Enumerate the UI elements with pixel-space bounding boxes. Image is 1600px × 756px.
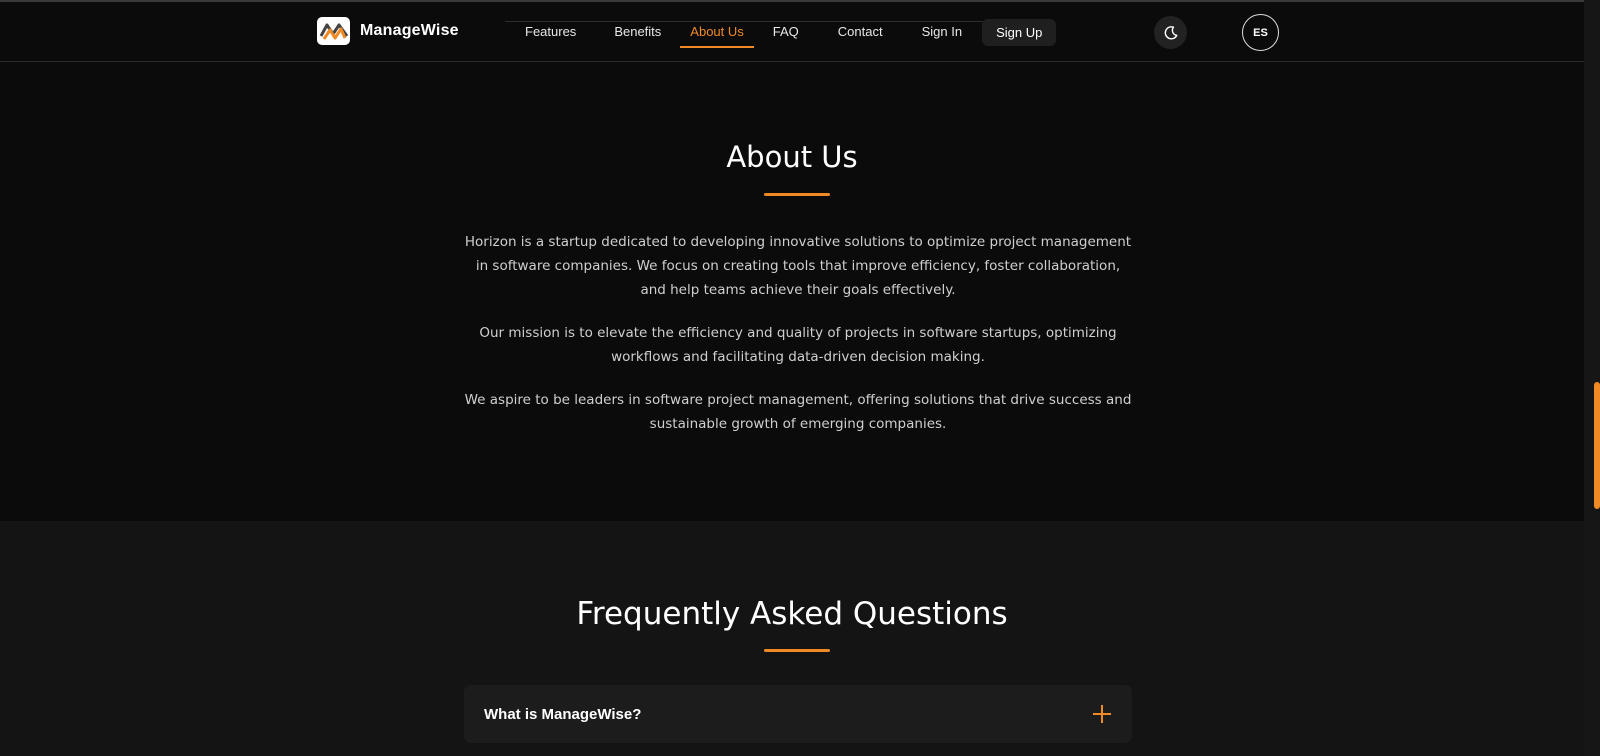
faq-item[interactable]: What is ManageWise? — [464, 685, 1132, 743]
brand[interactable]: ManageWise — [317, 17, 459, 45]
sign-up-button[interactable]: Sign Up — [982, 18, 1057, 46]
language-button[interactable]: ES — [1242, 14, 1279, 51]
about-title: About Us — [726, 140, 858, 174]
nav-sign-in[interactable]: Sign In — [912, 16, 972, 48]
vision-paragraph: We aspire to be leaders in software proj… — [464, 392, 1132, 432]
about-title-underline — [764, 193, 830, 196]
moon-icon — [1164, 25, 1177, 39]
about-paragraph: Horizon is a startup dedicated to develo… — [464, 234, 1132, 298]
nav-benefits[interactable]: Benefits — [604, 16, 671, 48]
scrollbar-track[interactable] — [1584, 0, 1600, 756]
theme-toggle-button[interactable] — [1154, 16, 1187, 49]
scrollbar-thumb[interactable] — [1594, 382, 1600, 509]
nav-features[interactable]: Features — [515, 16, 586, 48]
managewise-logo — [317, 17, 350, 45]
mission-paragraph: Our mission is to elevate the efficiency… — [479, 325, 1117, 365]
nav-faq[interactable]: FAQ — [763, 16, 809, 48]
faq-title: Frequently Asked Questions — [576, 596, 1008, 632]
faq-title-underline — [764, 649, 830, 652]
faq-question: What is ManageWise? — [484, 705, 642, 723]
plus-icon[interactable] — [1092, 704, 1112, 724]
about-section: About Us Horizon is a startup dedicated … — [0, 63, 1584, 521]
site-header: ManageWise Features Benefits About Us FA… — [0, 2, 1584, 62]
nav-contact[interactable]: Contact — [828, 16, 893, 48]
main-nav: Features Benefits About Us FAQ Contact S… — [515, 16, 1057, 48]
nav-about-us[interactable]: About Us — [680, 16, 754, 48]
brand-name: ManageWise — [360, 22, 459, 39]
faq-section: Frequently Asked Questions What is Manag… — [0, 521, 1584, 756]
